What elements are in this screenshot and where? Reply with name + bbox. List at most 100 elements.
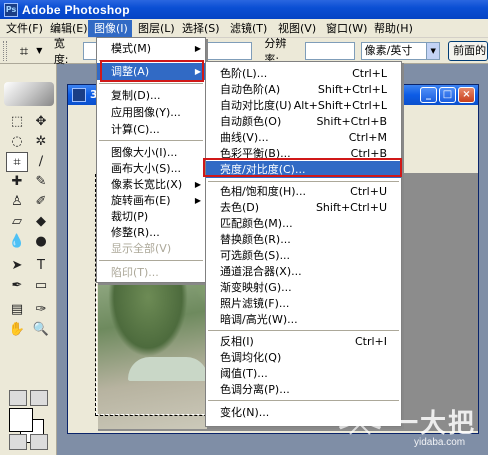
menu-item-shortcut: Alt+Shift+Ctrl+L bbox=[293, 99, 387, 112]
minimize-button[interactable]: _ bbox=[420, 87, 437, 103]
menu-item-shortcut: Ctrl+I bbox=[354, 335, 387, 348]
menu-item-channel-mixer[interactable]: 通道混合器(X)... bbox=[206, 263, 401, 280]
menu-item-label: 自动色阶(A) bbox=[220, 83, 281, 96]
lasso-tool-icon[interactable]: ◌ bbox=[6, 132, 28, 152]
blur-tool-icon[interactable]: 💧 bbox=[6, 232, 28, 252]
toolbox: ⬚ ✥ ◌ ✲ ⌗ ∕ ✚ ✎ ♙ ✐ ▱ ◆ 💧 ● ➤ T ✒ ▭ ▤ ✑ … bbox=[0, 64, 57, 455]
menu-item-image-size[interactable]: 图像大小(I)... bbox=[97, 144, 205, 161]
menu-item-shortcut: Ctrl+M bbox=[348, 131, 387, 144]
menu-item-replace-color[interactable]: 替换颜色(R)... bbox=[206, 231, 401, 248]
menu-layer[interactable]: 图层(L) bbox=[132, 20, 176, 37]
menu-item-match-color[interactable]: 匹配颜色(M)... bbox=[206, 215, 401, 232]
menu-item-threshold[interactable]: 阈值(T)... bbox=[206, 365, 401, 382]
menu-item-equalize[interactable]: 色调均化(Q) bbox=[206, 349, 401, 366]
menu-item-shadow-highlight[interactable]: 暗调/高光(W)... bbox=[206, 311, 401, 328]
menu-separator bbox=[99, 83, 203, 84]
menu-item-trim[interactable]: 修整(R)... bbox=[97, 224, 205, 241]
unit-select-value: 像素/英寸 bbox=[364, 43, 413, 57]
menu-item-shortcut: Ctrl+U bbox=[350, 185, 387, 198]
slice-tool-icon[interactable]: ∕ bbox=[30, 152, 52, 172]
clone-stamp-icon[interactable]: ♙ bbox=[6, 192, 28, 212]
crop-icon[interactable]: ⌗ bbox=[13, 41, 35, 61]
menu-item-hue-saturation[interactable]: 色相/饱和度(H)... Ctrl+U bbox=[206, 183, 401, 200]
menu-item-posterize[interactable]: 色调分离(P)... bbox=[206, 381, 401, 398]
menu-item-label: 裁切(P) bbox=[111, 210, 149, 223]
menu-item-photo-filter[interactable]: 照片滤镜(F)... bbox=[206, 295, 401, 312]
menu-item-label: 陷印(T)... bbox=[111, 266, 159, 279]
brush-tool-icon[interactable]: ✎ bbox=[30, 172, 52, 192]
path-selection-icon[interactable]: ➤ bbox=[6, 256, 28, 276]
menu-item-label: 色调均化(Q) bbox=[220, 351, 282, 364]
menu-separator bbox=[208, 330, 399, 331]
quick-mask-icon[interactable] bbox=[30, 390, 48, 406]
shape-tool-icon[interactable]: ▭ bbox=[30, 276, 52, 296]
menu-item-selective-color[interactable]: 可选颜色(S)... bbox=[206, 247, 401, 264]
options-bar-grip[interactable] bbox=[3, 40, 7, 61]
menu-item-label: 去色(D) bbox=[220, 201, 260, 214]
pen-tool-icon[interactable]: ✒ bbox=[6, 276, 28, 296]
foreground-color-swatch[interactable] bbox=[9, 408, 33, 432]
menu-item-label: 通道混合器(X)... bbox=[220, 265, 302, 278]
type-tool-icon[interactable]: T bbox=[30, 256, 52, 276]
history-brush-icon[interactable]: ✐ bbox=[30, 192, 52, 212]
menu-item-mode[interactable]: 模式(M) ▶ bbox=[97, 40, 205, 57]
menu-item-canvas-size[interactable]: 画布大小(S)... bbox=[97, 160, 205, 177]
menu-separator bbox=[99, 260, 203, 261]
menu-item-label: 色调分离(P)... bbox=[220, 383, 290, 396]
unit-select[interactable]: 像素/英寸 ▼ bbox=[360, 41, 441, 60]
paint-bucket-icon[interactable]: ◆ bbox=[30, 212, 52, 232]
marquee-tool-icon[interactable]: ⬚ bbox=[6, 112, 28, 132]
menu-item-rotate-canvas[interactable]: 旋转画布(E) ▶ bbox=[97, 192, 205, 209]
hand-tool-icon[interactable]: ✋ bbox=[6, 320, 28, 340]
menu-item-curves[interactable]: 曲线(V)... Ctrl+M bbox=[206, 129, 401, 146]
menu-window[interactable]: 窗口(W) bbox=[320, 20, 368, 37]
menu-item-label: 替换颜色(R)... bbox=[220, 233, 291, 246]
menu-image[interactable]: 图像(I) bbox=[88, 19, 132, 37]
watermark-url: yidaba.com bbox=[414, 437, 466, 448]
menu-item-apply-image[interactable]: 应用图像(Y)... bbox=[97, 104, 205, 121]
notes-tool-icon[interactable]: ▤ bbox=[6, 300, 28, 320]
resolution-input[interactable] bbox=[304, 41, 355, 60]
menu-item-label: 照片滤镜(F)... bbox=[220, 297, 290, 310]
menu-select[interactable]: 选择(S) bbox=[176, 20, 224, 37]
feather-logo-icon bbox=[4, 82, 54, 106]
menu-item-label: 自动颜色(O) bbox=[220, 115, 282, 128]
menu-item-pixel-aspect-ratio[interactable]: 像素长宽比(X) ▶ bbox=[97, 176, 205, 193]
dodge-tool-icon[interactable]: ● bbox=[30, 232, 52, 252]
eraser-tool-icon[interactable]: ▱ bbox=[6, 212, 28, 232]
menu-item-auto-levels[interactable]: 自动色阶(A) Shift+Ctrl+L bbox=[206, 81, 401, 98]
menu-item-label: 渐变映射(G)... bbox=[220, 281, 292, 294]
chevron-down-icon[interactable]: ▼ bbox=[35, 46, 44, 55]
front-image-button[interactable]: 前面的图像 bbox=[448, 40, 488, 61]
menu-item-trap: 陷印(T)... bbox=[97, 264, 205, 281]
menu-help[interactable]: 帮助(H) bbox=[368, 20, 416, 37]
menu-item-label: 可选颜色(S)... bbox=[220, 249, 291, 262]
healing-brush-icon[interactable]: ✚ bbox=[6, 172, 28, 192]
standard-mode-icon[interactable] bbox=[9, 390, 27, 406]
crop-tool-icon[interactable]: ⌗ bbox=[6, 152, 28, 172]
menu-item-levels[interactable]: 色阶(L)... Ctrl+L bbox=[206, 65, 401, 82]
menu-item-gradient-map[interactable]: 渐变映射(G)... bbox=[206, 279, 401, 296]
menu-item-label: 模式(M) bbox=[111, 42, 152, 55]
menu-item-shortcut: Ctrl+L bbox=[352, 67, 387, 80]
eyedropper-icon[interactable]: ✑ bbox=[30, 300, 52, 320]
menu-item-invert[interactable]: 反相(I) Ctrl+I bbox=[206, 333, 401, 350]
menu-item-label: 反相(I) bbox=[220, 335, 254, 348]
menu-item-desaturate[interactable]: 去色(D) Shift+Ctrl+U bbox=[206, 199, 401, 216]
screen-mode-icon[interactable] bbox=[9, 434, 27, 450]
menu-item-calculations[interactable]: 计算(C)... bbox=[97, 121, 205, 138]
menu-item-crop[interactable]: 裁切(P) bbox=[97, 208, 205, 225]
close-button[interactable]: × bbox=[458, 87, 475, 103]
menu-item-auto-contrast[interactable]: 自动对比度(U) Alt+Shift+Ctrl+L bbox=[206, 97, 401, 114]
magic-wand-icon[interactable]: ✲ bbox=[30, 132, 52, 152]
menu-file[interactable]: 文件(F) bbox=[0, 20, 44, 37]
menu-item-label: 色阶(L)... bbox=[220, 67, 268, 80]
maximize-button[interactable]: □ bbox=[439, 87, 456, 103]
menu-item-duplicate[interactable]: 复制(D)... bbox=[97, 87, 205, 104]
jump-to-imageready-icon[interactable] bbox=[30, 434, 48, 450]
menu-item-label: 应用图像(Y)... bbox=[111, 106, 181, 119]
move-tool-icon[interactable]: ✥ bbox=[30, 112, 52, 132]
zoom-tool-icon[interactable]: 🔍 bbox=[30, 320, 52, 340]
adjust-submenu: 色阶(L)... Ctrl+L 自动色阶(A) Shift+Ctrl+L 自动对… bbox=[205, 61, 402, 427]
menu-item-auto-color[interactable]: 自动颜色(O) Shift+Ctrl+B bbox=[206, 113, 401, 130]
